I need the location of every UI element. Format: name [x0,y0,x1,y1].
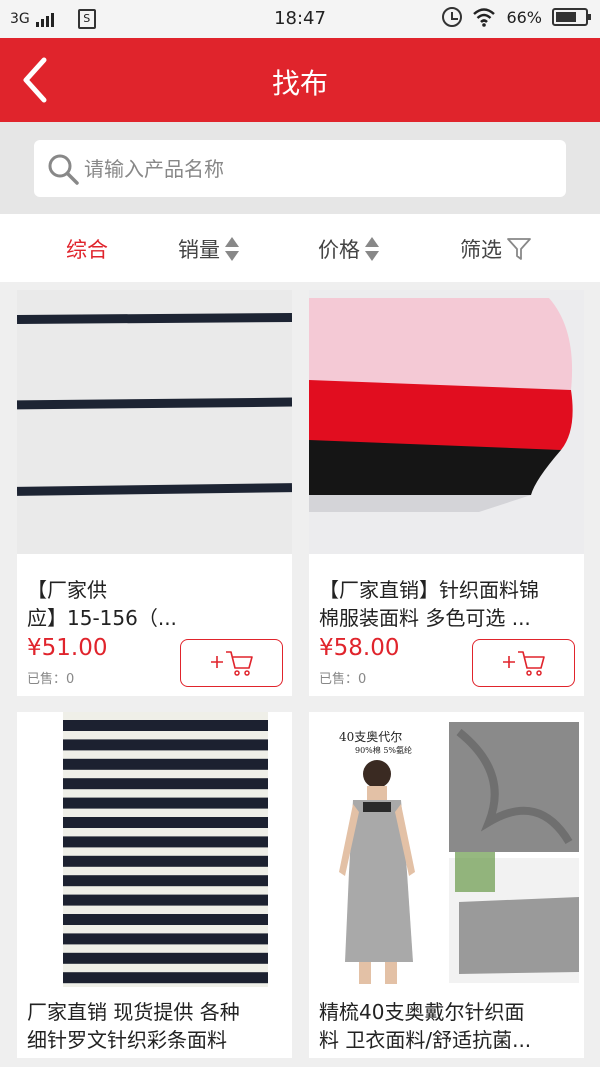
image-caption: 40支奥代尔 90%棉 5%氨纶 [339,730,413,755]
add-to-cart-button[interactable] [180,639,283,687]
app-header: 找布 [0,38,600,122]
chevron-left-icon [23,57,47,103]
product-price: ¥51.00 [27,635,108,661]
sort-sales[interactable]: 销量 [178,234,240,264]
sort-price[interactable]: 价格 [318,234,380,264]
product-price: ¥58.00 [319,635,400,661]
sort-label: 筛选 [460,238,502,262]
product-card[interactable]: 【厂家供 应】15-156（... ¥51.00 已售：0 [17,290,292,696]
sort-label: 价格 [318,238,360,262]
add-to-cart-button[interactable] [472,639,575,687]
sort-arrows-icon [225,237,239,261]
page-title: 找布 [271,67,328,100]
product-name: 厂家直销 现货提供 各种 细针罗文针织彩条面料 [27,1000,240,1052]
product-name: 精梳40支奥戴尔针织面 料 卫衣面料/舒适抗菌... [319,1000,532,1052]
search-icon [48,154,79,185]
add-cart-icon [503,651,545,676]
wifi-icon [473,8,496,27]
sort-label: 综合 [66,238,108,262]
product-sold: 已售：0 [319,672,367,687]
product-image: 40支奥代尔 90%棉 5%氨纶 [309,712,584,987]
product-sold: 已售：0 [27,672,75,687]
product-image [17,712,292,987]
battery-percent: 66% [506,7,542,27]
add-cart-icon [211,651,253,676]
sort-label: 销量 [178,238,220,262]
search-area [0,122,600,214]
product-name: 【厂家直销】针织面料锦 棉服装面料 多色可选 ... [319,578,539,630]
search-input[interactable] [84,156,524,181]
product-image [17,290,292,554]
search-box[interactable] [34,140,566,197]
sort-filter[interactable]: 筛选 [460,234,532,264]
back-button[interactable] [14,52,62,108]
product-card[interactable]: 厂家直销 现货提供 各种 细针罗文针织彩条面料 [17,712,292,1058]
product-card[interactable]: 【厂家直销】针织面料锦 棉服装面料 多色可选 ... ¥58.00 已售：0 [309,290,584,696]
product-card[interactable]: 40支奥代尔 90%棉 5%氨纶 精梳40支奥戴尔针织面 料 卫衣面料/舒适抗菌… [309,712,584,1058]
sort-bar: 综合 销量 价格 筛选 [0,214,600,282]
status-bar: 3G S 18:47 66% [0,0,600,38]
product-image [309,290,584,554]
product-name: 【厂家供 应】15-156（... [27,578,177,630]
sort-comprehensive[interactable]: 综合 [66,234,108,264]
alarm-icon [442,7,463,27]
sort-arrows-icon [365,237,379,261]
battery-icon [552,8,591,26]
filter-icon [507,238,531,260]
